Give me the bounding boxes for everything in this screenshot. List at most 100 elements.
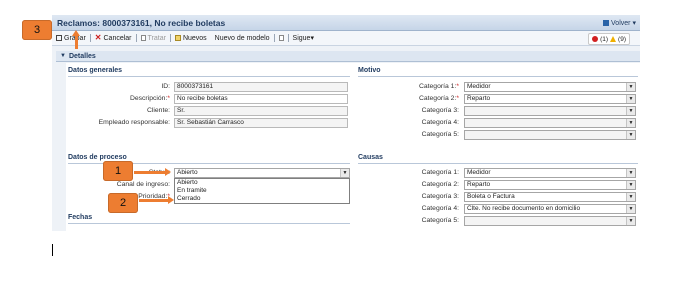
status-option-en-tramite[interactable]: En tramite: [175, 187, 349, 195]
error-count: (1): [600, 35, 609, 43]
id-field: 8000373161: [174, 82, 348, 92]
callout-badge-1: 1: [103, 161, 133, 181]
save-icon: [56, 35, 62, 41]
status-option-abierto[interactable]: Abierto: [175, 179, 349, 187]
id-label: ID:: [161, 83, 170, 90]
nuevo-modelo-label: Nuevo de modelo: [214, 34, 270, 42]
callout-arrow-right: [134, 168, 171, 176]
status-value: Abierto: [177, 169, 198, 176]
causas-cat5-select[interactable]: ▼: [464, 216, 636, 226]
descripcion-field[interactable]: No recibe boletas: [174, 94, 348, 104]
details-panel: Datos generales ID: 8000373161 Descripci…: [66, 63, 640, 231]
required-mark: *: [167, 95, 170, 102]
warning-count: (9): [618, 35, 626, 43]
chevron-down-icon: ▼: [626, 95, 635, 103]
divider: [68, 76, 350, 77]
volver-label: Volver: [611, 19, 631, 27]
required-mark: *: [456, 95, 459, 102]
status-select[interactable]: Abierto ▼: [174, 168, 350, 178]
sigue-label: Sigue▾: [292, 35, 314, 42]
status-dropdown: Abierto En tramite Cerrado: [174, 178, 350, 204]
datos-generales-title: Datos generales: [68, 67, 123, 74]
motivo-cat1-label-text: Categoría 1:: [418, 83, 457, 90]
motivo-cat1-label: Categoría 1:*: [419, 83, 459, 90]
window-title: Reclamos: 8000373161, No recibe boletas: [57, 18, 226, 28]
nuevo-modelo-button[interactable]: Nuevo de modelo: [211, 31, 274, 45]
messages-indicator[interactable]: (1) (9): [588, 33, 630, 45]
text-cursor: [52, 244, 53, 256]
empleado-label: Empleado responsable:: [98, 119, 170, 126]
collapse-icon: ▼: [60, 53, 66, 59]
motivo-cat2-label-text: Categoría 2:: [418, 95, 457, 102]
motivo-cat4-select[interactable]: ▼: [464, 118, 636, 128]
causas-cat4-label: Categoría 4:: [421, 205, 459, 212]
motivo-title: Motivo: [358, 67, 381, 74]
causas-cat1-value: Medidor: [467, 169, 491, 176]
divider: [358, 76, 638, 77]
status-option-cerrado[interactable]: Cerrado: [175, 195, 349, 203]
cancelar-label: Cancelar: [103, 34, 132, 42]
motivo-cat2-select[interactable]: Reparto ▼: [464, 94, 636, 104]
cancelar-button[interactable]: ✕ Cancelar: [91, 31, 136, 45]
chevron-down-icon: ▼: [626, 181, 635, 189]
title-bar: Reclamos: 8000373161, No recibe boletas …: [52, 15, 640, 31]
causas-cat2-select[interactable]: Reparto ▼: [464, 180, 636, 190]
descripcion-label-text: Descripción:: [129, 95, 168, 102]
cliente-label: Cliente:: [146, 107, 170, 114]
chevron-down-icon: ▼: [626, 119, 635, 127]
callout-badge-3: 3: [22, 20, 52, 40]
copy-icon: [278, 35, 284, 41]
motivo-cat4-label: Categoría 4:: [421, 119, 459, 126]
tratar-label: Tratar: [147, 34, 166, 42]
canal-label: Canal de ingreso:: [116, 181, 170, 188]
chevron-down-icon: ▼: [626, 169, 635, 177]
required-mark: *: [456, 83, 459, 90]
causas-cat1-select[interactable]: Medidor ▼: [464, 168, 636, 178]
divider: [358, 163, 638, 164]
causas-cat1-label: Categoría 1:: [421, 169, 459, 176]
motivo-cat5-select[interactable]: ▼: [464, 130, 636, 140]
copy-button[interactable]: [275, 31, 288, 45]
grabar-button[interactable]: Grabar: [52, 31, 90, 45]
nuevos-label: Nuevos: [182, 34, 207, 42]
nuevos-button[interactable]: Nuevos: [171, 31, 211, 45]
motivo-cat2-label: Categoría 2:*: [419, 95, 459, 102]
chevron-down-icon: ▼: [340, 169, 349, 177]
empleado-field[interactable]: Sr. Sebastián Carrasco: [174, 118, 348, 128]
cancel-icon: ✕: [94, 33, 102, 42]
causas-cat4-value: Clte. No recibe documento en domicilio: [467, 205, 581, 212]
toolbar: Grabar ✕ Cancelar Tratar Nuevos Nuevo de…: [52, 31, 640, 46]
descripcion-label: Descripción:*: [130, 95, 170, 102]
cliente-field[interactable]: Sr.: [174, 106, 348, 116]
motivo-cat1-value: Medidor: [467, 83, 491, 90]
callout-badge-2: 2: [108, 193, 138, 213]
divider: [68, 223, 350, 224]
causas-title: Causas: [358, 154, 383, 161]
back-icon: [603, 20, 610, 26]
callout-arrow-right: [139, 196, 174, 204]
causas-cat3-select[interactable]: Boleta o Factura ▼: [464, 192, 636, 202]
chevron-down-icon: ▼: [626, 83, 635, 91]
detalles-label: Detalles: [68, 52, 96, 60]
fechas-title: Fechas: [68, 214, 93, 221]
new-document-icon: [174, 35, 181, 41]
causas-cat2-value: Reparto: [467, 181, 491, 188]
tratar-button[interactable]: Tratar: [137, 31, 170, 45]
causas-cat2-label: Categoría 2:: [421, 181, 459, 188]
motivo-cat2-value: Reparto: [467, 95, 491, 102]
chevron-down-icon: ▼: [626, 131, 635, 139]
volver-button[interactable]: Volver ▾: [603, 19, 636, 27]
chevron-down-icon: ▾: [632, 20, 636, 27]
causas-cat5-label: Categoría 5:: [421, 217, 459, 224]
sigue-menu[interactable]: Sigue▾: [289, 31, 318, 45]
motivo-cat1-select[interactable]: Medidor ▼: [464, 82, 636, 92]
causas-cat4-select[interactable]: Clte. No recibe documento en domicilio ▼: [464, 204, 636, 214]
motivo-cat3-select[interactable]: ▼: [464, 106, 636, 116]
chevron-down-icon: ▼: [626, 217, 635, 225]
detalles-section-header[interactable]: ▼ Detalles: [56, 51, 640, 62]
causas-cat3-value: Boleta o Factura: [467, 193, 515, 200]
motivo-cat3-label: Categoría 3:: [421, 107, 459, 114]
causas-cat3-label: Categoría 3:: [421, 193, 459, 200]
motivo-cat5-label: Categoría 5:: [421, 131, 459, 138]
chevron-down-icon: ▼: [626, 193, 635, 201]
